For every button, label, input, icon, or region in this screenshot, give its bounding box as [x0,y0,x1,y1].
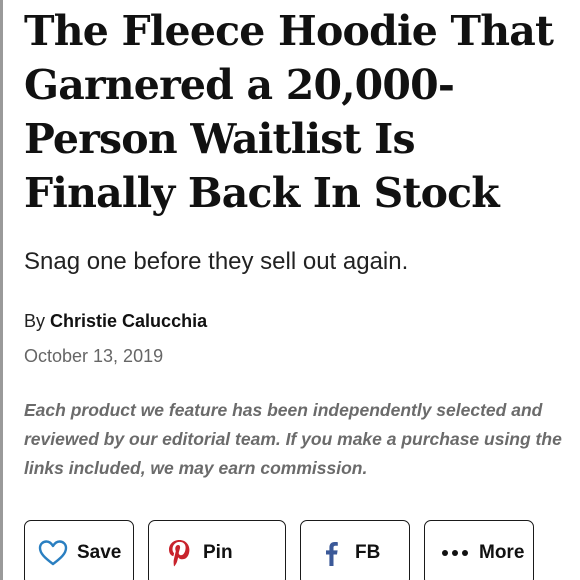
save-button-label: Save [77,542,122,563]
ellipsis-icon [439,537,471,569]
author-link[interactable]: Christie Calucchia [50,311,207,331]
share-bar: Save Pin FB More [24,520,564,580]
article-dek: Snag one before they sell out again. [24,248,409,275]
facebook-share-button[interactable]: FB [300,520,410,580]
heart-icon [37,537,69,569]
byline: By Christie Calucchia [24,308,207,334]
save-button[interactable]: Save [24,520,134,580]
byline-prefix: By [24,311,46,331]
article-headline: The Fleece Hoodie That Garnered a 20,000… [24,7,554,217]
left-border-rule [0,0,3,580]
pin-button-label: Pin [203,542,233,563]
more-share-button[interactable]: More [424,520,534,580]
pinterest-icon [163,537,195,569]
facebook-button-label: FB [355,542,381,563]
affiliate-disclaimer: Each product we feature has been indepen… [24,400,562,478]
more-button-label: More [479,542,525,563]
pin-button[interactable]: Pin [148,520,286,580]
publish-date: October 13, 2019 [24,346,164,366]
facebook-icon [315,537,347,569]
